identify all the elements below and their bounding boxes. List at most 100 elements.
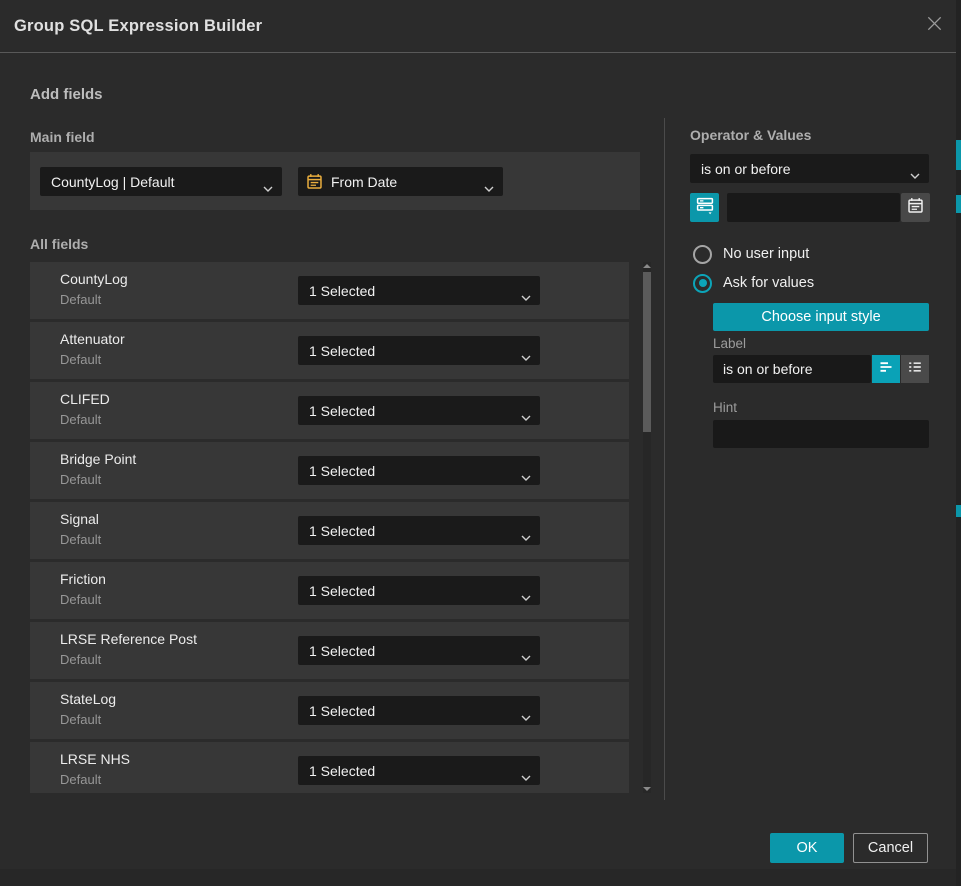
all-fields-heading: All fields — [30, 236, 88, 252]
field-name: Bridge Point — [60, 451, 136, 467]
field-name: StateLog — [60, 691, 116, 707]
field-row: CLIFED Default 1 Selected — [30, 382, 629, 439]
field-selected-dropdown[interactable]: 1 Selected — [298, 276, 540, 305]
field-subtitle: Default — [60, 652, 101, 667]
main-field-bar: CountyLog | Default From Date — [30, 152, 640, 210]
operator-select[interactable]: is on or before — [690, 154, 929, 183]
calendar-icon — [306, 173, 323, 193]
field-row: CountyLog Default 1 Selected — [30, 262, 629, 319]
add-fields-heading: Add fields — [30, 86, 103, 103]
field-selected-value: 1 Selected — [309, 343, 375, 359]
background-accent-fragment — [956, 505, 961, 517]
titlebar-divider — [0, 52, 956, 53]
field-name: LRSE Reference Post — [60, 631, 197, 647]
input-style-list-toggle[interactable] — [901, 355, 929, 383]
dialog-title: Group SQL Expression Builder — [14, 0, 262, 52]
radio-no-user-input-label: No user input — [723, 246, 809, 262]
field-subtitle: Default — [60, 712, 101, 727]
chevron-down-icon — [910, 166, 920, 182]
calendar-icon — [907, 197, 924, 219]
cancel-button[interactable]: Cancel — [853, 833, 928, 863]
field-subtitle: Default — [60, 592, 101, 607]
field-subtitle: Default — [60, 352, 101, 367]
main-field-heading: Main field — [30, 129, 95, 145]
field-row: LRSE Reference Post Default 1 Selected — [30, 622, 629, 679]
field-selected-dropdown[interactable]: 1 Selected — [298, 636, 540, 665]
value-input[interactable] — [727, 193, 900, 222]
scrollbar-down-arrow[interactable] — [643, 787, 651, 791]
hint-caption: Hint — [713, 400, 737, 415]
field-subtitle: Default — [60, 292, 101, 307]
field-subtitle: Default — [60, 772, 101, 787]
field-selected-value: 1 Selected — [309, 523, 375, 539]
radio-icon — [693, 274, 712, 293]
chevron-down-icon — [484, 179, 494, 195]
field-subtitle: Default — [60, 412, 101, 427]
close-button[interactable] — [921, 13, 947, 39]
field-selected-value: 1 Selected — [309, 403, 375, 419]
field-row: Bridge Point Default 1 Selected — [30, 442, 629, 499]
list-scrollbar[interactable] — [643, 262, 651, 793]
field-name: CountyLog — [60, 271, 128, 287]
main-date-field-value: From Date — [331, 174, 397, 190]
all-fields-list: CountyLog Default 1 Selected Attenuator … — [30, 262, 629, 793]
date-picker-button[interactable] — [901, 193, 930, 222]
close-icon — [925, 14, 944, 38]
chevron-down-icon — [521, 348, 531, 364]
background-accent-fragment — [956, 140, 961, 170]
align-left-icon — [877, 358, 895, 381]
field-selected-value: 1 Selected — [309, 283, 375, 299]
chevron-down-icon — [521, 648, 531, 664]
chevron-down-icon — [521, 708, 531, 724]
field-selected-value: 1 Selected — [309, 583, 375, 599]
field-name: LRSE NHS — [60, 751, 130, 767]
field-row: Attenuator Default 1 Selected — [30, 322, 629, 379]
hint-input[interactable] — [713, 420, 929, 448]
label-input[interactable] — [713, 355, 871, 383]
field-selected-dropdown[interactable]: 1 Selected — [298, 396, 540, 425]
field-subtitle: Default — [60, 472, 101, 487]
input-style-text-toggle[interactable] — [872, 355, 900, 383]
operator-values-heading: Operator & Values — [690, 127, 811, 143]
scrollbar-thumb[interactable] — [643, 272, 651, 432]
main-layer-select[interactable]: CountyLog | Default — [40, 167, 282, 196]
panel-separator — [664, 118, 665, 800]
background-app-sliver — [956, 0, 961, 886]
field-selected-dropdown[interactable]: 1 Selected — [298, 456, 540, 485]
label-caption: Label — [713, 336, 746, 351]
chevron-down-icon — [521, 288, 531, 304]
radio-ask-for-values[interactable]: Ask for values — [693, 274, 814, 292]
field-row: StateLog Default 1 Selected — [30, 682, 629, 739]
choose-input-style-button[interactable]: Choose input style — [713, 303, 929, 331]
main-date-field-select[interactable]: From Date — [298, 167, 503, 196]
field-row: LRSE NHS Default 1 Selected — [30, 742, 629, 793]
radio-no-user-input[interactable]: No user input — [693, 245, 809, 263]
field-selected-value: 1 Selected — [309, 463, 375, 479]
bullet-list-icon — [906, 358, 924, 381]
dialog-bottom-edge — [0, 869, 956, 886]
field-name: Signal — [60, 511, 99, 527]
scrollbar-up-arrow[interactable] — [643, 264, 651, 268]
field-selected-dropdown[interactable]: 1 Selected — [298, 576, 540, 605]
field-selected-dropdown[interactable]: 1 Selected — [298, 756, 540, 785]
chevron-down-icon — [521, 588, 531, 604]
radio-icon — [693, 245, 712, 264]
chevron-down-icon — [521, 528, 531, 544]
chevron-down-icon — [521, 768, 531, 784]
operator-select-value: is on or before — [701, 161, 791, 177]
chevron-down-icon — [521, 408, 531, 424]
field-selected-value: 1 Selected — [309, 763, 375, 779]
field-selected-dropdown[interactable]: 1 Selected — [298, 516, 540, 545]
radio-ask-for-values-label: Ask for values — [723, 275, 814, 291]
main-layer-select-value: CountyLog | Default — [51, 174, 175, 190]
value-type-icon — [695, 195, 715, 220]
field-selected-dropdown[interactable]: 1 Selected — [298, 696, 540, 725]
field-name: Friction — [60, 571, 106, 587]
field-row: Friction Default 1 Selected — [30, 562, 629, 619]
field-subtitle: Default — [60, 532, 101, 547]
ok-button[interactable]: OK — [770, 833, 844, 863]
field-selected-dropdown[interactable]: 1 Selected — [298, 336, 540, 365]
chevron-down-icon — [263, 179, 273, 195]
background-accent-fragment — [956, 195, 961, 213]
value-type-button[interactable] — [690, 193, 719, 222]
